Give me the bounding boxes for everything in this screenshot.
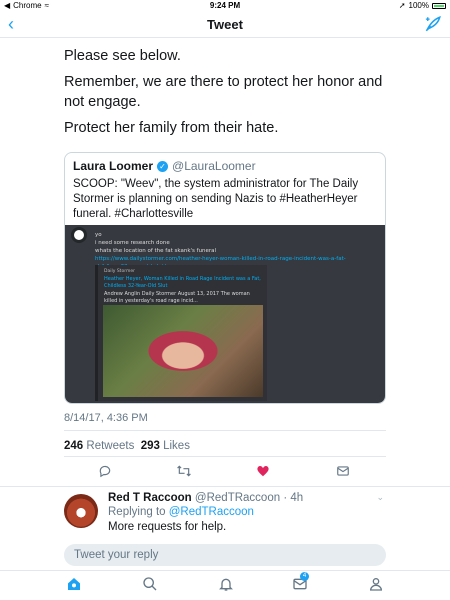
tweet-paragraph: Remember, we are there to protect her ho… [64, 74, 383, 110]
reply-input[interactable]: Tweet your reply [64, 544, 386, 566]
divider [0, 486, 450, 487]
reply-tweet[interactable]: Red T Raccoon @RedTRaccoon · 4h ⌄ Replyi… [0, 490, 450, 540]
tweet-timestamp: 8/14/17, 4:36 PM [64, 412, 148, 424]
reply-header: Red T Raccoon @RedTRaccoon · 4h [108, 492, 303, 504]
chat-avatar-icon [71, 227, 87, 243]
tab-search[interactable] [142, 576, 158, 597]
compose-tweet-button[interactable] [424, 15, 442, 38]
tab-bar: 4 [0, 570, 450, 600]
reply-author-name: Red T Raccoon [108, 492, 192, 504]
status-right: ➚ 100% [399, 1, 446, 10]
bell-icon [219, 578, 233, 591]
embed-description: Andrew Anglin Daily Stormer August 13, 2… [104, 291, 250, 304]
status-time: 9:24 PM [209, 1, 241, 10]
quoted-tweet-text: SCOOP: "Weev", the system administrator … [73, 178, 359, 220]
quoted-tweet-header: Laura Loomer ✓ @LauraLoomer [73, 159, 256, 173]
divider [64, 430, 386, 431]
embed-source: Daily Stormer [104, 269, 135, 274]
quoted-author-name: Laura Loomer [73, 159, 154, 173]
quoted-author-handle: @LauraLoomer [172, 159, 256, 173]
battery-icon [432, 2, 446, 9]
embed-title: Heather Heyer, Woman Killed in Road Rage… [104, 276, 261, 289]
like-count[interactable]: 293 [141, 440, 160, 452]
like-button[interactable] [256, 464, 270, 483]
status-bar: ◀ Chrome ≈ 9:24 PM ➚ 100% [0, 0, 450, 12]
tab-profile[interactable] [368, 576, 384, 597]
retweet-count[interactable]: 246 [64, 440, 83, 452]
home-icon [68, 578, 80, 590]
divider [64, 456, 386, 457]
quoted-tweet[interactable]: Laura Loomer ✓ @LauraLoomer SCOOP: "Weev… [64, 152, 386, 404]
avatar[interactable] [64, 494, 98, 528]
tweet-stats: 246 Retweets 293 Likes [64, 440, 190, 452]
embed-photo [103, 305, 263, 397]
reply-text: More requests for help. [108, 521, 227, 533]
profile-icon [369, 578, 383, 591]
reply-icon [99, 465, 111, 478]
like-label[interactable]: Likes [163, 440, 190, 452]
tweet-actions [64, 462, 386, 480]
chat-line: yo [95, 232, 102, 238]
tweet-paragraph: Please see below. [64, 48, 181, 64]
replying-handle[interactable]: @RedTRaccoon [169, 506, 254, 518]
heart-icon [257, 466, 269, 477]
quoted-tweet-image[interactable]: yo i need some research done whats the l… [65, 225, 385, 403]
reply-author-handle: @RedTRaccoon [194, 492, 281, 504]
replying-to: Replying to @RedTRaccoon [108, 506, 254, 518]
tweet-paragraph: Protect her family from their hate. [64, 120, 279, 136]
compose-feather-icon [425, 16, 441, 32]
share-button[interactable] [336, 464, 350, 483]
mail-icon [337, 466, 349, 476]
nav-bar: ‹ Tweet [0, 12, 450, 38]
tweet-text: Please see below. Remember, we are there… [64, 46, 404, 144]
tab-notifications[interactable] [218, 576, 234, 597]
page-title: Tweet [207, 17, 243, 32]
verified-badge-icon: ✓ [157, 160, 169, 172]
retweet-label[interactable]: Retweets [86, 440, 134, 452]
link-embed: Daily Stormer Heather Heyer, Woman Kille… [95, 265, 267, 401]
chat-line: i need some research done [95, 240, 170, 246]
retweet-button[interactable] [176, 464, 192, 483]
tab-home[interactable] [66, 576, 82, 597]
retweet-icon [177, 465, 191, 477]
location-icon: ➚ [398, 1, 406, 10]
battery-percent: 100% [408, 1, 429, 10]
tab-messages[interactable]: 4 [292, 572, 309, 597]
search-icon [143, 577, 157, 591]
messages-badge: 4 [300, 572, 309, 581]
replying-prefix: Replying to [108, 506, 166, 518]
reply-age: · 4h [283, 492, 304, 504]
reply-button[interactable] [98, 464, 112, 483]
chevron-down-icon[interactable]: ⌄ [376, 492, 384, 503]
chat-line: whats the location of the fat skank's fu… [95, 248, 217, 254]
